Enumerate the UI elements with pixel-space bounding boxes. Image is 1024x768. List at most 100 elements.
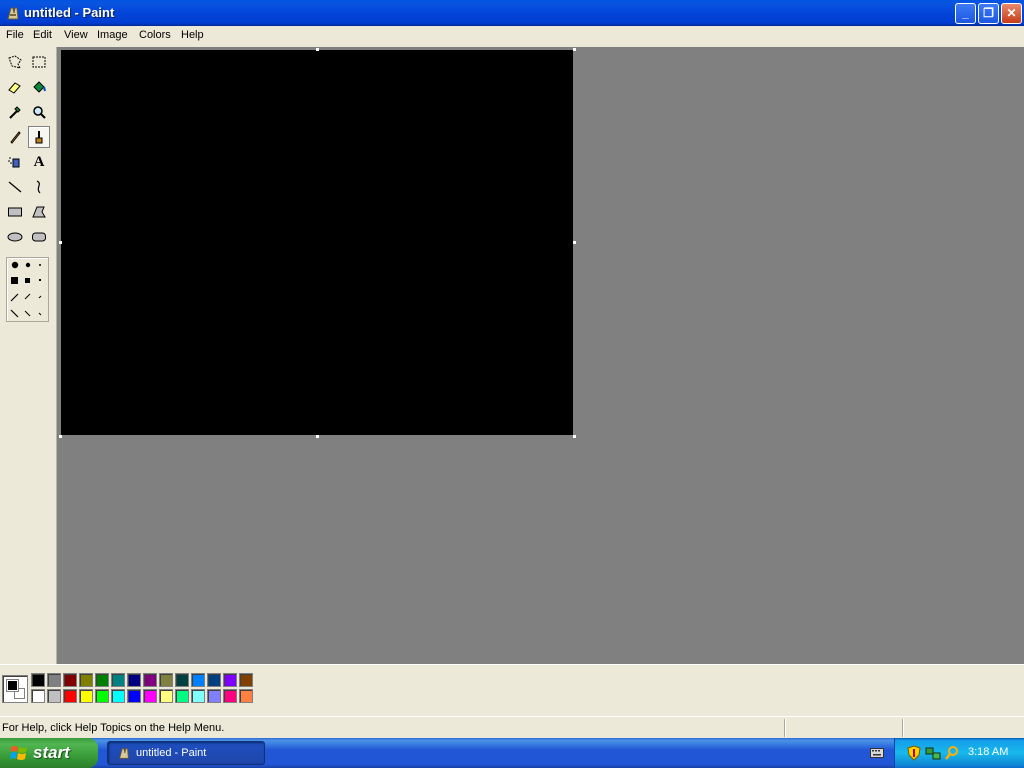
color-swatch[interactable] — [95, 689, 109, 703]
color-swatch[interactable] — [159, 673, 173, 687]
brush-icon — [35, 131, 43, 144]
fill-bucket-icon — [33, 81, 46, 93]
color-swatch[interactable] — [79, 689, 93, 703]
color-swatch[interactable] — [191, 689, 205, 703]
color-swatch[interactable] — [223, 689, 237, 703]
color-swatch[interactable] — [63, 673, 77, 687]
current-colors — [2, 675, 28, 703]
paint-app-icon — [119, 748, 129, 759]
color-swatch[interactable] — [143, 689, 157, 703]
polygon-icon — [32, 206, 46, 218]
system-tray: 3:18 AM — [894, 738, 1024, 768]
menu-colors[interactable]: Colors — [139, 29, 171, 41]
keyboard-language-icon[interactable] — [870, 747, 884, 759]
security-shield-icon[interactable] — [907, 745, 921, 761]
text-icon: A — [33, 153, 45, 170]
line-tool[interactable] — [4, 176, 26, 198]
text-tool[interactable]: A — [28, 151, 50, 173]
rectangle-tool[interactable] — [4, 201, 26, 223]
drawing-canvas[interactable] — [61, 50, 573, 435]
brush-tool[interactable] — [28, 126, 50, 148]
eraser-icon — [8, 82, 21, 94]
rounded-rectangle-tool[interactable] — [28, 226, 50, 248]
airbrush-icon — [8, 157, 20, 168]
restore-icon: ❐ — [983, 6, 994, 20]
color-swatch[interactable] — [207, 689, 221, 703]
color-swatch[interactable] — [239, 689, 253, 703]
polygon-tool[interactable] — [28, 201, 50, 223]
menu-edit[interactable]: Edit — [33, 29, 52, 41]
resize-handle-left — [59, 241, 62, 244]
magnifier-icon — [33, 106, 46, 119]
eraser-tool[interactable] — [4, 76, 26, 98]
close-button[interactable]: ✕ — [1001, 3, 1022, 24]
taskbar-button-paint[interactable]: untitled - Paint — [107, 741, 265, 765]
resize-handle-top — [316, 48, 319, 51]
menu-help[interactable]: Help — [181, 29, 204, 41]
color-swatch[interactable] — [95, 673, 109, 687]
color-swatch[interactable] — [31, 673, 45, 687]
canvas-workspace — [57, 47, 1024, 664]
start-button[interactable]: start — [0, 738, 98, 768]
restore-button[interactable]: ❐ — [978, 3, 999, 24]
color-swatch[interactable] — [159, 689, 173, 703]
pencil-tool[interactable] — [4, 126, 26, 148]
color-swatch[interactable] — [111, 689, 125, 703]
free-form-select-tool[interactable] — [4, 51, 26, 73]
color-swatch[interactable] — [175, 689, 189, 703]
taskbar: start untitled - Paint 3:18 AM — [0, 738, 1024, 768]
minimize-icon: _ — [962, 6, 969, 20]
curve-tool[interactable] — [28, 176, 50, 198]
color-swatch[interactable] — [191, 673, 205, 687]
ellipse-tool[interactable] — [4, 226, 26, 248]
color-swatch[interactable] — [127, 689, 141, 703]
color-swatch[interactable] — [63, 689, 77, 703]
color-swatch[interactable] — [127, 673, 141, 687]
line-icon — [8, 181, 22, 193]
clock[interactable]: 3:18 AM — [968, 746, 1008, 758]
taskbar-button-label: untitled - Paint — [136, 747, 207, 759]
menu-view[interactable]: View — [64, 29, 88, 41]
network-icon[interactable] — [925, 745, 941, 761]
curve-icon — [36, 180, 41, 194]
free-form-select-icon — [8, 55, 22, 69]
status-bar: For Help, click Help Topics on the Help … — [0, 716, 1024, 738]
color-swatch[interactable] — [47, 689, 61, 703]
foreground-color — [6, 679, 19, 692]
menu-image[interactable]: Image — [97, 29, 128, 41]
resize-handle-bottom-right[interactable] — [573, 435, 576, 438]
color-swatch[interactable] — [111, 673, 125, 687]
resize-handle-right[interactable] — [573, 241, 576, 244]
pick-color-tool[interactable] — [4, 101, 26, 123]
resize-handle-bottom[interactable] — [316, 435, 319, 438]
status-help-text: For Help, click Help Topics on the Help … — [2, 722, 225, 734]
fill-bucket-tool[interactable] — [28, 76, 50, 98]
status-separator — [784, 719, 786, 737]
brush-options-box[interactable] — [6, 257, 49, 322]
color-swatch[interactable] — [31, 689, 45, 703]
color-box — [0, 664, 1024, 712]
color-swatch[interactable] — [47, 673, 61, 687]
close-icon: ✕ — [1006, 6, 1017, 20]
paint-window: untitled - Paint _ ❐ ✕ File Edit View Im… — [0, 0, 1024, 738]
color-swatch[interactable] — [239, 673, 253, 687]
airbrush-tool[interactable] — [4, 151, 26, 173]
color-swatch[interactable] — [207, 673, 221, 687]
magnifier-tool[interactable] — [28, 101, 50, 123]
select-tool[interactable] — [28, 51, 50, 73]
resize-handle-bottom-left — [59, 435, 62, 438]
search-icon[interactable] — [945, 745, 959, 761]
menu-file[interactable]: File — [6, 29, 24, 41]
minimize-button[interactable]: _ — [955, 3, 976, 24]
color-swatch[interactable] — [143, 673, 157, 687]
color-swatch[interactable] — [223, 673, 237, 687]
status-separator — [902, 719, 904, 737]
ellipse-icon — [7, 232, 23, 242]
rounded-rectangle-icon — [32, 232, 46, 242]
start-label: start — [33, 743, 70, 762]
rectangle-icon — [8, 207, 22, 217]
title-bar[interactable]: untitled - Paint _ ❐ ✕ — [0, 0, 1024, 26]
color-swatch[interactable] — [175, 673, 189, 687]
color-swatch[interactable] — [79, 673, 93, 687]
brush-shape-options[interactable] — [7, 258, 50, 323]
